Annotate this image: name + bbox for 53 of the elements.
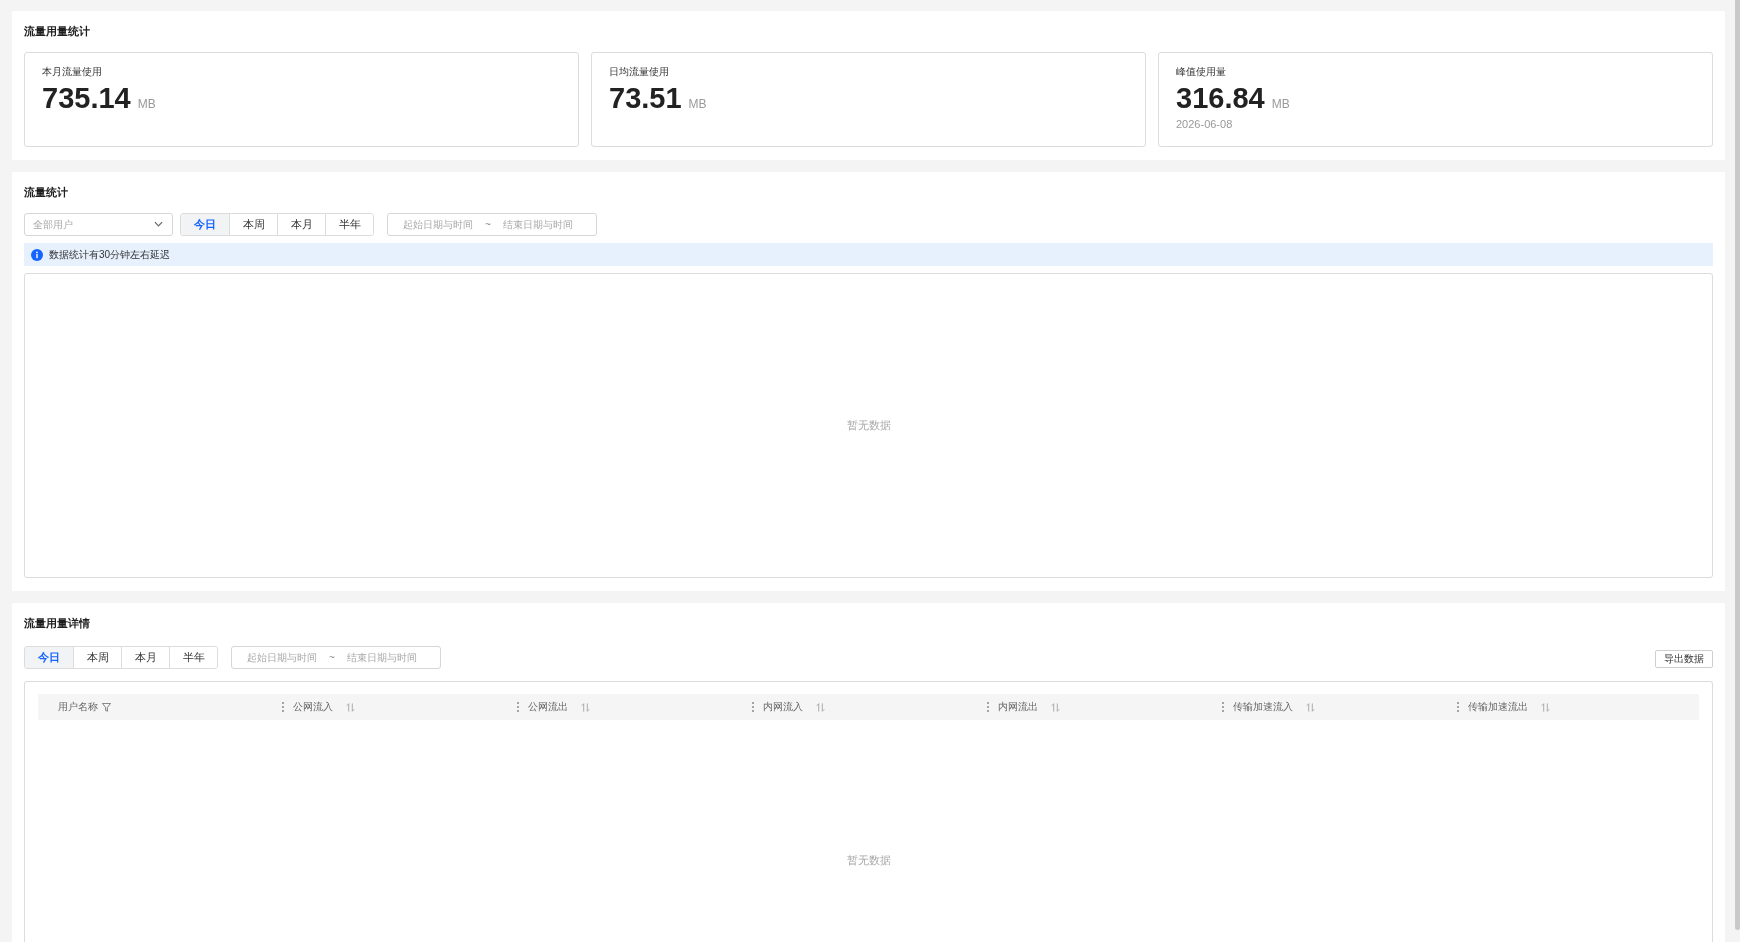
column-header: 内网流出 <box>998 700 1038 714</box>
start-date-field[interactable]: 起始日期与时间 <box>238 650 326 665</box>
column-header: 传输加速流入 <box>1233 700 1293 714</box>
empty-state-text: 暂无数据 <box>846 853 891 868</box>
drag-handle-icon[interactable] <box>517 702 519 712</box>
unit-label: MB <box>688 97 707 111</box>
sort-icon[interactable] <box>581 702 590 712</box>
sort-icon[interactable] <box>1051 702 1060 712</box>
range-tab[interactable]: 半年 <box>325 214 373 235</box>
info-icon <box>31 248 43 261</box>
export-button[interactable]: 导出数据 <box>1655 650 1713 668</box>
column-header: 公网流出 <box>528 700 568 714</box>
drag-handle-icon[interactable] <box>282 702 284 712</box>
sort-icon[interactable] <box>816 702 825 712</box>
chevron-down-icon[interactable] <box>154 221 163 227</box>
filter-icon[interactable] <box>102 702 111 712</box>
end-date-field[interactable]: 结束日期与时间 <box>493 217 582 232</box>
range-tab[interactable]: 今日 <box>181 214 229 235</box>
sort-icon[interactable] <box>1306 702 1315 712</box>
stat-label: 日均流量使用 <box>609 65 670 79</box>
unit-label: MB <box>1271 97 1290 111</box>
unit-label: MB <box>137 97 156 111</box>
stat-value: 73.51 <box>609 82 682 114</box>
section-title: 流量统计 <box>24 185 69 200</box>
drag-handle-icon[interactable] <box>752 702 754 712</box>
drag-handle-icon[interactable] <box>1222 702 1224 712</box>
empty-state-text: 暂无数据 <box>846 418 891 433</box>
stat-value: 735.14 <box>42 82 131 114</box>
section-title: 流量用量详情 <box>24 616 91 631</box>
scrollbar[interactable] <box>1735 0 1740 930</box>
stat-label: 本月流量使用 <box>42 65 103 79</box>
range-tab[interactable]: 今日 <box>25 647 73 668</box>
sort-icon[interactable] <box>346 702 355 712</box>
drag-handle-icon[interactable] <box>1457 702 1459 712</box>
stat-label: 峰值使用量 <box>1176 65 1227 79</box>
range-separator: ~ <box>328 652 336 663</box>
section-title: 流量用量统计 <box>24 24 91 39</box>
column-header: 用户名称 <box>58 700 98 714</box>
date-range-picker[interactable]: 起始日期与时间 ~ 结束日期与时间 <box>387 213 597 236</box>
user-select[interactable]: 全部用户 <box>24 213 173 236</box>
column-header: 内网流入 <box>763 700 803 714</box>
start-date-field[interactable]: 起始日期与时间 <box>394 217 482 232</box>
column-header: 传输加速流出 <box>1468 700 1528 714</box>
info-text: 数据统计有30分钟左右延迟 <box>49 247 171 262</box>
range-tab[interactable]: 半年 <box>169 647 217 668</box>
stat-value: 316.84 <box>1176 82 1265 114</box>
date-range-picker[interactable]: 起始日期与时间 ~ 结束日期与时间 <box>231 646 441 669</box>
sort-icon[interactable] <box>1541 702 1550 712</box>
drag-handle-icon[interactable] <box>987 702 989 712</box>
range-separator: ~ <box>484 219 492 230</box>
end-date-field[interactable]: 结束日期与时间 <box>337 650 426 665</box>
date-label: 2026-06-08 <box>1176 117 1234 132</box>
column-header: 公网流入 <box>293 700 333 714</box>
